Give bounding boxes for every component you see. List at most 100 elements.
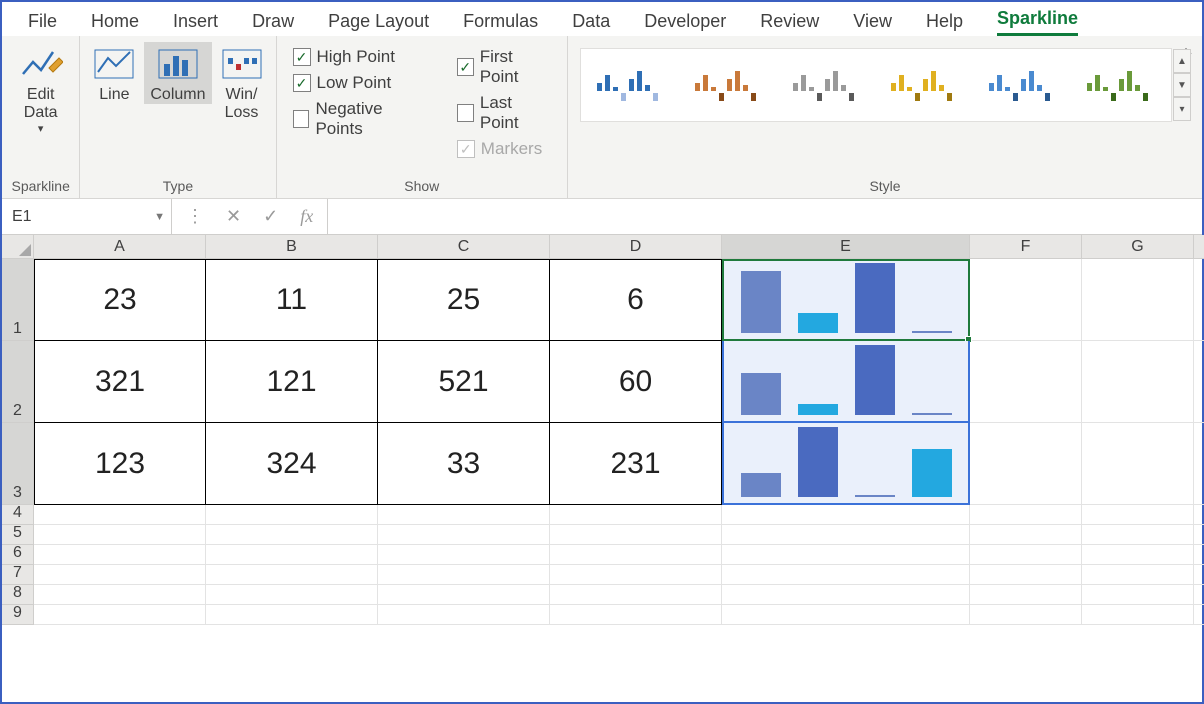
- cell-B2[interactable]: 121: [206, 341, 378, 423]
- row-header-5[interactable]: 5: [2, 525, 34, 545]
- cell-E1-sparkline[interactable]: [722, 259, 970, 341]
- cell-E2-sparkline[interactable]: [722, 341, 970, 423]
- cell-F1[interactable]: [970, 259, 1082, 341]
- cell-C1[interactable]: 25: [378, 259, 550, 341]
- cell-G7[interactable]: [1082, 565, 1194, 585]
- type-column-button[interactable]: Column: [144, 42, 211, 104]
- row-header-8[interactable]: 8: [2, 585, 34, 605]
- cell-A3[interactable]: 123: [34, 423, 206, 505]
- tab-developer[interactable]: Developer: [644, 11, 726, 36]
- cell-C3[interactable]: 33: [378, 423, 550, 505]
- row-header-4[interactable]: 4: [2, 505, 34, 525]
- row-header-3[interactable]: 3: [2, 423, 34, 505]
- cell-F2[interactable]: [970, 341, 1082, 423]
- cell-A8[interactable]: [34, 585, 206, 605]
- cell-E5[interactable]: [722, 525, 970, 545]
- cell-G8[interactable]: [1082, 585, 1194, 605]
- row-header-2[interactable]: 2: [2, 341, 34, 423]
- cell-D9[interactable]: [550, 605, 722, 625]
- cell-F5[interactable]: [970, 525, 1082, 545]
- tab-pagelayout[interactable]: Page Layout: [328, 11, 429, 36]
- tab-help[interactable]: Help: [926, 11, 963, 36]
- cell-B8[interactable]: [206, 585, 378, 605]
- style-thumb-6[interactable]: [1085, 65, 1157, 105]
- check-negative-points[interactable]: Negative Points: [289, 96, 431, 142]
- cell-E3-sparkline[interactable]: [722, 423, 970, 505]
- cell-E8[interactable]: [722, 585, 970, 605]
- cell-B7[interactable]: [206, 565, 378, 585]
- cell-G3[interactable]: [1082, 423, 1194, 505]
- col-header-F[interactable]: F: [970, 235, 1082, 259]
- cell-D6[interactable]: [550, 545, 722, 565]
- style-thumb-4[interactable]: [889, 65, 961, 105]
- check-low-point[interactable]: Low Point: [289, 70, 431, 96]
- dots-icon[interactable]: ⋮: [186, 206, 204, 227]
- cell-B3[interactable]: 324: [206, 423, 378, 505]
- cell-C6[interactable]: [378, 545, 550, 565]
- name-box[interactable]: E1 ▼: [2, 199, 172, 234]
- cell-E4[interactable]: [722, 505, 970, 525]
- cancel-formula-icon[interactable]: ✕: [226, 206, 241, 227]
- cell-C7[interactable]: [378, 565, 550, 585]
- col-header-G[interactable]: G: [1082, 235, 1194, 259]
- col-header-E[interactable]: E: [722, 235, 970, 259]
- worksheet-grid[interactable]: A B C D E F G 1 23 11 25 6 2 321 121 521…: [2, 235, 1202, 625]
- cell-F3[interactable]: [970, 423, 1082, 505]
- cell-F7[interactable]: [970, 565, 1082, 585]
- cell-A1[interactable]: 23: [34, 259, 206, 341]
- cell-G2[interactable]: [1082, 341, 1194, 423]
- cell-D4[interactable]: [550, 505, 722, 525]
- cell-G6[interactable]: [1082, 545, 1194, 565]
- check-last-point[interactable]: Last Point: [453, 90, 555, 136]
- tab-home[interactable]: Home: [91, 11, 139, 36]
- cell-C5[interactable]: [378, 525, 550, 545]
- cell-D7[interactable]: [550, 565, 722, 585]
- tab-draw[interactable]: Draw: [252, 11, 294, 36]
- accept-formula-icon[interactable]: ✓: [263, 206, 278, 227]
- tab-file[interactable]: File: [28, 11, 57, 36]
- row-header-9[interactable]: 9: [2, 605, 34, 625]
- cell-G9[interactable]: [1082, 605, 1194, 625]
- cell-E7[interactable]: [722, 565, 970, 585]
- tab-review[interactable]: Review: [760, 11, 819, 36]
- col-header-A[interactable]: A: [34, 235, 206, 259]
- check-high-point[interactable]: High Point: [289, 44, 431, 70]
- cell-G4[interactable]: [1082, 505, 1194, 525]
- formula-input[interactable]: [328, 199, 1202, 234]
- cell-D2[interactable]: 60: [550, 341, 722, 423]
- select-all-corner[interactable]: [2, 235, 34, 259]
- cell-G1[interactable]: [1082, 259, 1194, 341]
- cell-B4[interactable]: [206, 505, 378, 525]
- cell-A4[interactable]: [34, 505, 206, 525]
- cell-C4[interactable]: [378, 505, 550, 525]
- cell-C8[interactable]: [378, 585, 550, 605]
- col-header-C[interactable]: C: [378, 235, 550, 259]
- sparkline-style-gallery[interactable]: ▲ ▼ ▾: [580, 48, 1172, 122]
- name-box-dropdown-icon[interactable]: ▼: [154, 211, 165, 223]
- cell-E9[interactable]: [722, 605, 970, 625]
- gallery-expand[interactable]: ▾: [1173, 97, 1191, 121]
- tab-formulas[interactable]: Formulas: [463, 11, 538, 36]
- tab-view[interactable]: View: [853, 11, 892, 36]
- cell-B1[interactable]: 11: [206, 259, 378, 341]
- cell-C2[interactable]: 521: [378, 341, 550, 423]
- gallery-scroll-down[interactable]: ▼: [1173, 73, 1191, 97]
- cell-D5[interactable]: [550, 525, 722, 545]
- cell-A2[interactable]: 321: [34, 341, 206, 423]
- cell-D1[interactable]: 6: [550, 259, 722, 341]
- cell-A7[interactable]: [34, 565, 206, 585]
- cell-D3[interactable]: 231: [550, 423, 722, 505]
- cell-A6[interactable]: [34, 545, 206, 565]
- cell-G5[interactable]: [1082, 525, 1194, 545]
- cell-B6[interactable]: [206, 545, 378, 565]
- cell-B5[interactable]: [206, 525, 378, 545]
- style-thumb-1[interactable]: [595, 65, 667, 105]
- cell-F6[interactable]: [970, 545, 1082, 565]
- row-header-1[interactable]: 1: [2, 259, 34, 341]
- row-header-7[interactable]: 7: [2, 565, 34, 585]
- type-winloss-button[interactable]: Win/ Loss: [214, 42, 270, 123]
- col-header-D[interactable]: D: [550, 235, 722, 259]
- cell-A9[interactable]: [34, 605, 206, 625]
- style-thumb-3[interactable]: [791, 65, 863, 105]
- tab-insert[interactable]: Insert: [173, 11, 218, 36]
